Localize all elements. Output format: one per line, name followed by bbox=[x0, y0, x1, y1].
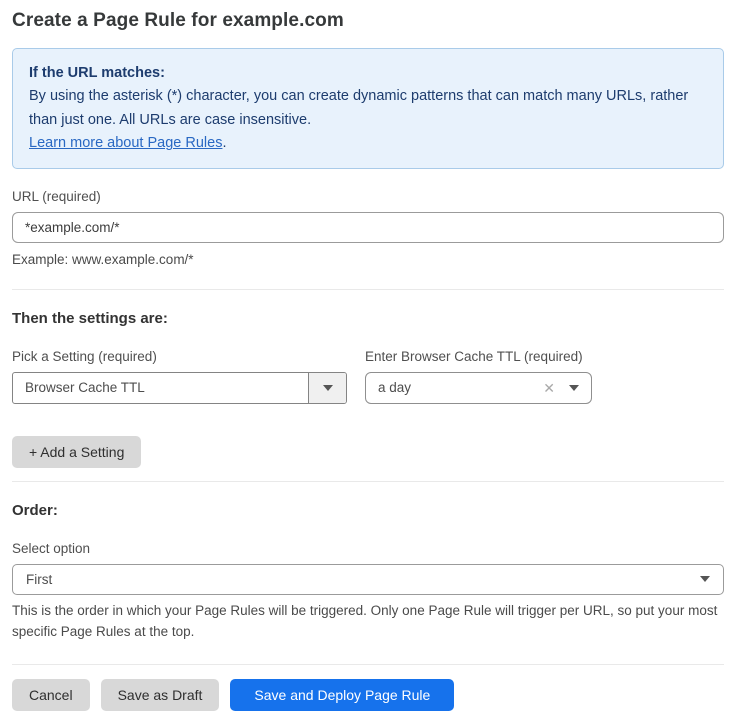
link-period: . bbox=[222, 135, 226, 151]
order-value: First bbox=[26, 572, 700, 587]
settings-heading: Then the settings are: bbox=[12, 310, 724, 327]
settings-row: Pick a Setting (required) Browser Cache … bbox=[12, 349, 724, 404]
url-example-text: Example: www.example.com/* bbox=[12, 250, 724, 271]
chevron-down-icon bbox=[323, 385, 333, 391]
chevron-down-icon bbox=[569, 385, 579, 391]
ttl-value: a day bbox=[378, 380, 543, 395]
pick-setting-value: Browser Cache TTL bbox=[13, 373, 308, 403]
order-help-text: This is the order in which your Page Rul… bbox=[12, 601, 724, 643]
section-divider bbox=[12, 481, 724, 482]
url-field-label: URL (required) bbox=[12, 189, 724, 204]
footer-divider bbox=[12, 664, 724, 665]
order-select-label: Select option bbox=[12, 541, 724, 556]
info-box-link-line: Learn more about Page Rules. bbox=[29, 132, 707, 155]
clear-icon[interactable]: ✕ bbox=[543, 381, 555, 395]
pick-setting-column: Pick a Setting (required) Browser Cache … bbox=[12, 349, 347, 404]
pick-setting-label: Pick a Setting (required) bbox=[12, 349, 347, 364]
add-setting-button[interactable]: + Add a Setting bbox=[12, 436, 141, 468]
ttl-select[interactable]: a day ✕ bbox=[365, 372, 592, 404]
save-as-draft-button[interactable]: Save as Draft bbox=[101, 679, 220, 711]
section-divider bbox=[12, 289, 724, 290]
ttl-label: Enter Browser Cache TTL (required) bbox=[365, 349, 592, 364]
pick-setting-dropdown-button[interactable] bbox=[308, 373, 346, 403]
info-box-heading: If the URL matches: bbox=[29, 62, 707, 85]
save-and-deploy-button[interactable]: Save and Deploy Page Rule bbox=[230, 679, 454, 711]
page-title: Create a Page Rule for example.com bbox=[12, 10, 724, 32]
order-heading: Order: bbox=[12, 502, 724, 519]
cancel-button[interactable]: Cancel bbox=[12, 679, 90, 711]
learn-more-link[interactable]: Learn more about Page Rules bbox=[29, 135, 222, 151]
ttl-column: Enter Browser Cache TTL (required) a day… bbox=[365, 349, 592, 404]
footer-actions: Cancel Save as Draft Save and Deploy Pag… bbox=[12, 679, 724, 711]
pick-setting-select[interactable]: Browser Cache TTL bbox=[12, 372, 347, 404]
url-input[interactable] bbox=[12, 212, 724, 243]
order-select[interactable]: First bbox=[12, 564, 724, 595]
chevron-down-icon bbox=[700, 576, 710, 582]
info-box-body: By using the asterisk (*) character, you… bbox=[29, 85, 707, 132]
url-match-info-box: If the URL matches: By using the asteris… bbox=[12, 48, 724, 169]
